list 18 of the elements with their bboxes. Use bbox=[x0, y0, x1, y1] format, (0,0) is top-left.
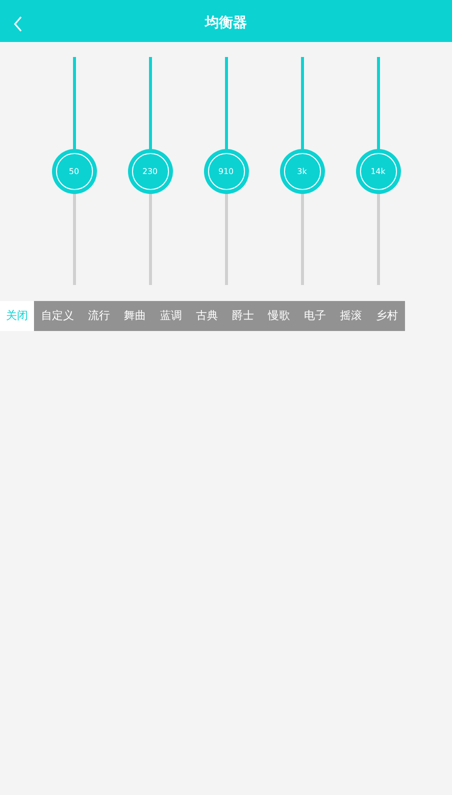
preset-tab[interactable]: 摇滚 bbox=[333, 301, 369, 331]
preset-tab[interactable]: 关闭 bbox=[0, 301, 34, 331]
preset-tab[interactable]: 古典 bbox=[189, 301, 225, 331]
preset-tab[interactable]: 流行 bbox=[81, 301, 117, 331]
preset-tab[interactable]: 自定义 bbox=[34, 301, 81, 331]
page-title: 均衡器 bbox=[205, 14, 247, 33]
preset-tab[interactable]: 爵士 bbox=[225, 301, 261, 331]
slider-thumb[interactable]: 14k bbox=[356, 149, 400, 194]
preset-tab[interactable]: 慢歌 bbox=[261, 301, 297, 331]
preset-tab[interactable]: 蓝调 bbox=[153, 301, 189, 331]
slider-thumb[interactable]: 910 bbox=[204, 149, 248, 194]
slider-thumb[interactable]: 50 bbox=[52, 149, 96, 194]
slider-thumb[interactable]: 230 bbox=[128, 149, 172, 194]
slider-thumb[interactable]: 3k bbox=[280, 149, 324, 194]
back-icon[interactable] bbox=[12, 16, 24, 32]
preset-tab[interactable]: 电子 bbox=[297, 301, 333, 331]
preset-tab[interactable]: 舞曲 bbox=[117, 301, 153, 331]
preset-tab[interactable]: 乡村 bbox=[369, 301, 405, 331]
